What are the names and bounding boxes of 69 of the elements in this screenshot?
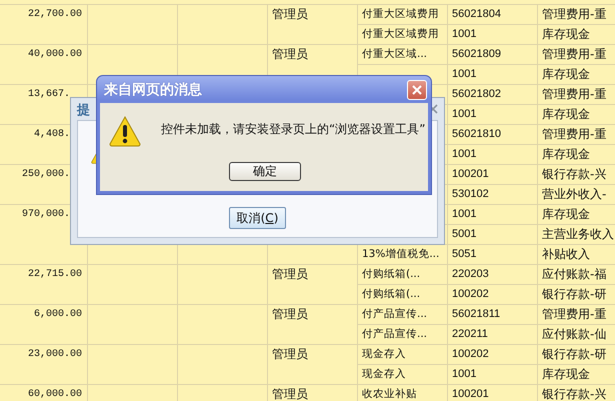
amount-cell: 22,700.00 xyxy=(0,5,87,44)
account-name-cell: 应付账款-仙 xyxy=(538,325,615,344)
account-name-cell: 管理费用-重 xyxy=(538,5,615,24)
summary-cell: 现金存入 xyxy=(358,345,447,364)
amount-cell: 60,000.00 xyxy=(0,385,87,401)
summary-cell: 付购纸箱(... xyxy=(358,285,447,304)
operator-cell: 管理员 xyxy=(268,345,357,384)
account-name-cell: 银行存款-兴 xyxy=(538,165,615,184)
account-code-cell: 56021809 xyxy=(448,45,537,64)
summary-cell: 收农业补贴 xyxy=(358,385,447,401)
account-code-cell: 1001 xyxy=(448,145,537,164)
operator-cell: 管理员 xyxy=(268,305,357,344)
account-code-cell: 1001 xyxy=(448,105,537,124)
account-name-cell: 管理费用-重 xyxy=(538,305,615,324)
account-code-cell: 56021802 xyxy=(448,85,537,104)
account-name-cell: 库存现金 xyxy=(538,365,615,384)
amount-cell: 6,000.00 xyxy=(0,305,87,344)
account-name-cell: 库存现金 xyxy=(538,65,615,84)
account-name-cell: 库存现金 xyxy=(538,205,615,224)
close-icon xyxy=(412,85,422,95)
account-code-cell: 1001 xyxy=(448,65,537,84)
account-code-cell: 530102 xyxy=(448,185,537,204)
dialog-title: 提 xyxy=(77,102,90,119)
summary-cell: 13%增值税免... xyxy=(358,245,447,264)
summary-cell: 付重大区域... xyxy=(358,45,447,64)
account-code-cell: 56021810 xyxy=(448,125,537,144)
account-code-cell: 1001 xyxy=(448,205,537,224)
operator-cell: 管理员 xyxy=(268,265,357,304)
account-name-cell: 库存现金 xyxy=(538,105,615,124)
account-name-cell: 库存现金 xyxy=(538,145,615,164)
account-name-cell: 管理费用-重 xyxy=(538,125,615,144)
amount-cell: 23,000.00 xyxy=(0,345,87,384)
account-name-cell: 管理费用-重 xyxy=(538,85,615,104)
amount-cell: 22,715.00 xyxy=(0,265,87,304)
summary-cell: 付重大区域费用 xyxy=(358,25,447,44)
amount-cell: 40,000.00 xyxy=(0,45,87,84)
account-code-cell: 1001 xyxy=(448,25,537,44)
account-name-cell: 银行存款-兴 xyxy=(538,385,615,401)
account-code-cell: 100201 xyxy=(448,165,537,184)
account-name-cell: 管理费用-重 xyxy=(538,45,615,64)
operator-cell: 管理员 xyxy=(268,385,357,401)
summary-cell: 付重大区域费用 xyxy=(358,5,447,24)
account-code-cell: 100201 xyxy=(448,385,537,401)
account-code-cell: 220203 xyxy=(448,265,537,284)
account-name-cell: 银行存款-研 xyxy=(538,345,615,364)
account-code-cell: 100202 xyxy=(448,285,537,304)
account-name-cell: 补贴收入 xyxy=(538,245,615,264)
cancel-button[interactable]: 取消(C) xyxy=(229,207,286,229)
summary-cell: 付购纸箱(... xyxy=(358,265,447,284)
account-name-cell: 银行存款-研 xyxy=(538,285,615,304)
close-button[interactable] xyxy=(407,80,427,100)
account-code-cell: 100202 xyxy=(448,345,537,364)
summary-cell: 付产品宣传... xyxy=(358,305,447,324)
summary-cell: 现金存入 xyxy=(358,365,447,384)
dialog-title: 来自网页的消息 xyxy=(104,81,202,99)
account-name-cell: 库存现金 xyxy=(538,25,615,44)
account-name-cell: 应付账款-福 xyxy=(538,265,615,284)
account-code-cell: 56021804 xyxy=(448,5,537,24)
message-text: 控件未加载，请安装登录页上的“浏览器设置工具” xyxy=(161,121,426,138)
account-code-cell: 56021811 xyxy=(448,305,537,324)
account-code-cell: 1001 xyxy=(448,365,537,384)
ok-button[interactable]: 确定 xyxy=(229,162,301,181)
account-code-cell: 220211 xyxy=(448,325,537,344)
account-code-cell: 5001 xyxy=(448,225,537,244)
account-code-cell: 5051 xyxy=(448,245,537,264)
account-name-cell: 营业外收入- xyxy=(538,185,615,204)
account-name-cell: 主营业务收入 xyxy=(538,225,615,244)
operator-cell: 管理员 xyxy=(268,5,357,44)
summary-cell: 付产品宣传... xyxy=(358,325,447,344)
